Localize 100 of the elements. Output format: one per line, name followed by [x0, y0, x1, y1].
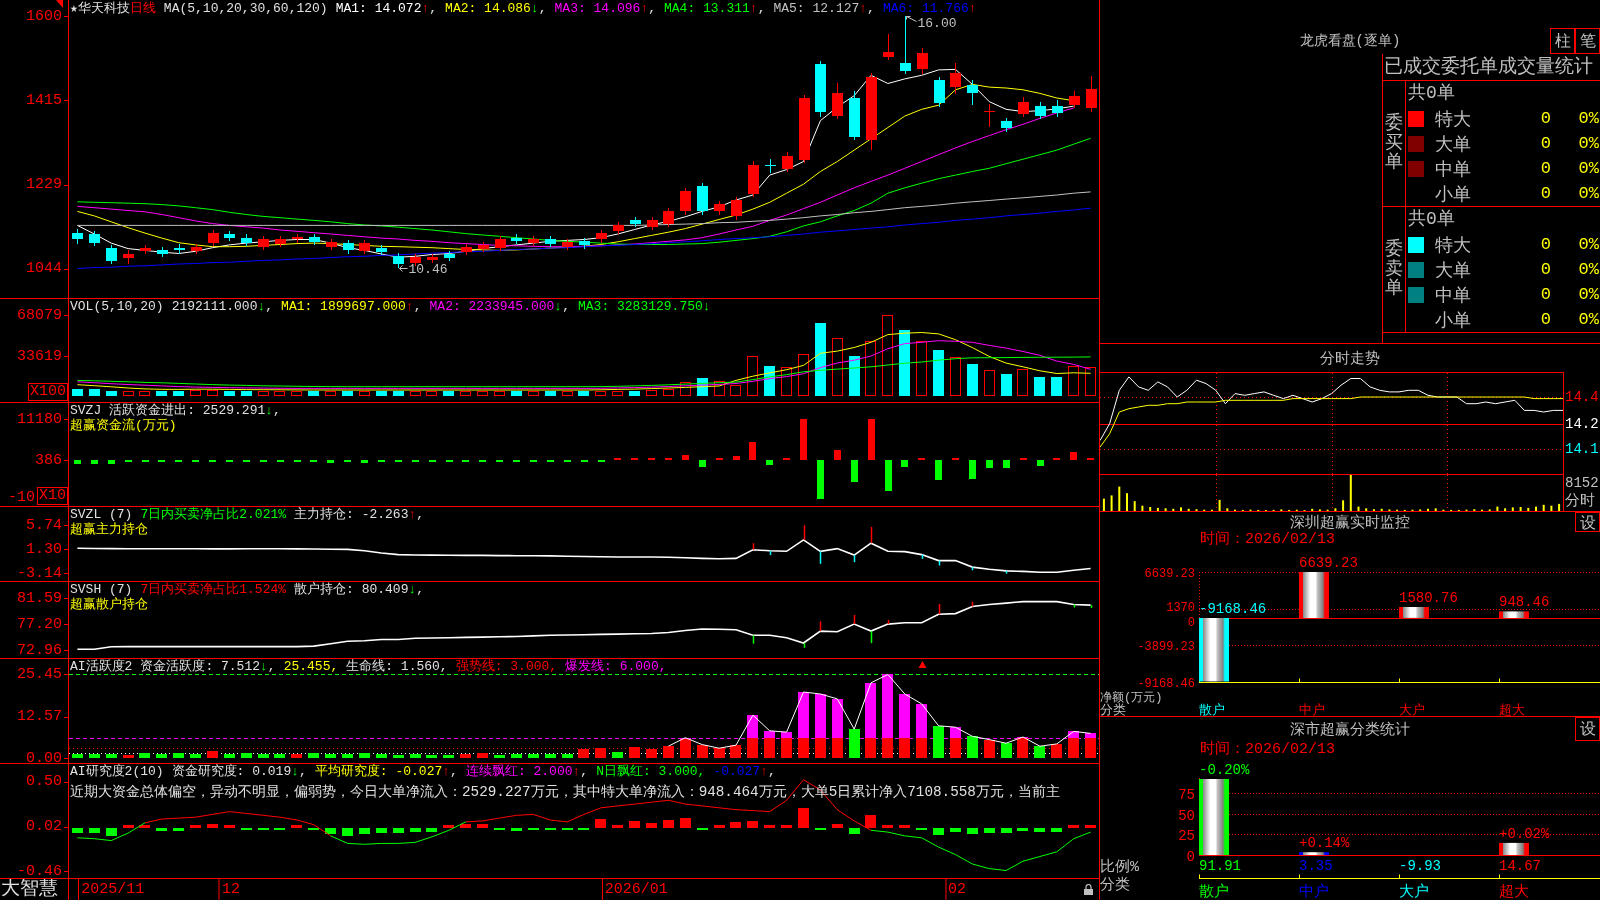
table-title: 已成交委托单成交量统计: [1384, 55, 1593, 80]
category-label: 散户: [1199, 703, 1225, 716]
legend-text: 25.455,: [283, 659, 339, 674]
category-label: 中户: [1299, 884, 1329, 900]
trend-arrow: ↑,: [640, 1, 656, 16]
trend-arrow: ↓,: [265, 403, 281, 418]
count-value: 0: [1540, 184, 1551, 203]
count-value: 0: [1540, 310, 1551, 329]
axis-label: 5.74: [26, 517, 62, 533]
change-label: +0.14%: [1299, 835, 1350, 852]
brand-label: 大智慧: [1, 879, 58, 900]
legend-text: SVSH (7): [70, 582, 133, 597]
legend-text: MA(5,10,20,30,60,120): [163, 1, 328, 16]
panel-title: 分时走势: [1320, 349, 1380, 368]
category-label: 散户: [1199, 884, 1229, 900]
axis-label: 0.50: [26, 774, 62, 790]
category-label: 大户: [1399, 703, 1425, 716]
legend-text: MA3: 14.096: [554, 1, 641, 16]
price-label: 14.4: [1565, 389, 1599, 405]
legend-text: 生命线: 1.560,: [346, 659, 448, 674]
category-label: 中户: [1299, 703, 1325, 716]
order-type-label: 特大: [1435, 234, 1472, 257]
axis-label: 1229: [26, 177, 62, 193]
legend-text: 平均研究度: -0.027: [314, 764, 443, 779]
legend-text: 连续飘红: 2.000: [465, 764, 573, 779]
trend-arrow: ↓,: [260, 659, 276, 674]
legend-text: 2192111.000: [171, 299, 258, 314]
axis-title: 分类: [1100, 877, 1130, 894]
trend-arrow: ↓,: [408, 582, 425, 597]
trend-arrow: ↑,: [408, 507, 425, 522]
axis-title: 分类: [1100, 703, 1126, 716]
group-label: 委卖单: [1385, 239, 1403, 300]
ratio-value: 91.91: [1199, 858, 1241, 874]
axis-label: 0.00: [26, 750, 62, 766]
legend-text: MA6: 11.766: [882, 1, 969, 16]
axis-label: 386: [35, 452, 62, 468]
count-value: 0: [1540, 285, 1551, 304]
change-label: -0.20%: [1199, 762, 1250, 778]
legend-text: MA2: 2233945.000: [429, 299, 555, 314]
percent-value: 0%: [1578, 260, 1599, 279]
axis-label: 6639.23: [1144, 566, 1195, 581]
legend-text: 散户持仓: 80.409: [294, 582, 409, 597]
axis-label: 81.59: [17, 590, 62, 606]
order-type-label: 大单: [1435, 259, 1472, 282]
category-label: 超大: [1499, 703, 1525, 716]
price-label: 16.00: [917, 15, 957, 31]
order-type-label: 中单: [1435, 284, 1472, 307]
axis-label: 0: [1187, 615, 1195, 630]
axis-label: 1.30: [26, 541, 62, 557]
axis-label: 1370: [1166, 601, 1195, 616]
trend-arrow: ↓,: [530, 1, 547, 16]
trend-arrow: ↓,: [554, 299, 570, 314]
axis-label: -3.14: [17, 565, 62, 581]
unit-label: X100: [28, 383, 68, 401]
legend-text: MA4: 13.311: [664, 1, 750, 16]
axis-label: -9168.46: [1137, 676, 1195, 691]
trend-arrow: ↑,: [421, 1, 438, 16]
value-label: 948.46: [1499, 594, 1550, 611]
legend-text: MA5: 12.127: [773, 1, 860, 16]
legend-text: 超赢主力持仓: [70, 522, 148, 537]
percent-value: 0%: [1578, 235, 1599, 254]
order-type-label: 中单: [1435, 158, 1472, 181]
axis-label: 25: [1178, 827, 1195, 844]
order-type-label: 大单: [1435, 133, 1472, 156]
legend-text: SVZL (7): [70, 507, 133, 522]
trend-arrow: ↑,: [749, 1, 766, 16]
category-label: 超大: [1499, 884, 1529, 900]
price-label: 14.2: [1565, 415, 1599, 432]
axis-label: 72.96: [17, 642, 62, 658]
trend-arrow: ↑: [968, 1, 977, 16]
volume-label: 8152: [1565, 475, 1599, 491]
percent-value: 0%: [1578, 134, 1599, 153]
count-value: 0: [1540, 134, 1551, 153]
trend-arrow: ↑,: [859, 1, 875, 16]
group-label: 委买单: [1385, 113, 1403, 174]
ratio-value: 14.67: [1499, 858, 1541, 874]
value-label: 6639.23: [1299, 555, 1358, 571]
axis-label: -3899.23: [1137, 639, 1195, 654]
legend-text: 强势线: 3.000,: [455, 659, 558, 674]
axis-label: 1415: [26, 92, 62, 108]
price-label: 14.1: [1565, 440, 1599, 457]
trend-arrow: ↓: [702, 299, 711, 314]
count-value: 0: [1540, 235, 1551, 254]
legend-text: 超赢资金流(万元): [70, 418, 177, 433]
legend-text: N日飘红: 3.000,: [596, 764, 706, 779]
legend-text: AI活跃度2: [70, 659, 133, 674]
axis-label: -0.46: [17, 863, 62, 879]
axis-label: 1044: [26, 261, 62, 276]
date-label: 12: [218, 879, 240, 900]
axis-label: 11180: [17, 411, 62, 427]
date-label: 时间：2026/02/13: [1200, 532, 1335, 548]
legend-text: 7日内买卖净占比1.524%: [140, 582, 287, 597]
legend-text: MA3: 3283129.750: [578, 299, 703, 314]
percent-value: 0%: [1578, 285, 1599, 304]
panel-title: 深圳超赢实时监控: [1290, 513, 1410, 532]
count-value: 0: [1540, 109, 1551, 128]
legend-text: 爆发线: 6.000,: [565, 659, 667, 674]
axis-label: 50: [1178, 807, 1195, 824]
legend-text: 活跃资金进出: 2529.291: [109, 403, 266, 418]
legend-text: 资金研究度: 0.019: [171, 764, 292, 779]
